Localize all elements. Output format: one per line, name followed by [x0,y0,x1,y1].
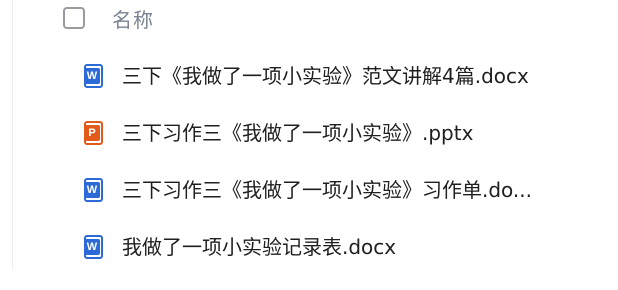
file-row[interactable]: W 三下《我做了一项小实验》范文讲解4篇.docx [84,62,610,90]
left-divider [12,0,13,269]
name-column-header[interactable]: 名称 [112,4,154,33]
file-name[interactable]: 我做了一项小实验记录表.docx [122,233,396,261]
file-row[interactable]: P 三下习作三《我做了一项小实验》.pptx [84,119,610,147]
file-list: W 三下《我做了一项小实验》范文讲解4篇.docx P 三下习作三《我做了一项小… [84,62,610,290]
file-name[interactable]: 三下《我做了一项小实验》范文讲解4篇.docx [122,62,529,90]
file-name[interactable]: 三下习作三《我做了一项小实验》.pptx [122,119,473,147]
file-row[interactable]: W 三下习作三《我做了一项小实验》习作单.do... [84,176,610,204]
list-header: 名称 [63,3,618,33]
ppt-icon: P [84,121,103,145]
word-doc-icon: W [84,178,103,202]
word-doc-icon: W [84,64,103,88]
select-all-checkbox[interactable] [63,7,85,29]
file-row[interactable]: W 我做了一项小实验记录表.docx [84,233,610,261]
word-doc-icon: W [84,235,103,259]
file-name[interactable]: 三下习作三《我做了一项小实验》习作单.do... [122,176,532,204]
